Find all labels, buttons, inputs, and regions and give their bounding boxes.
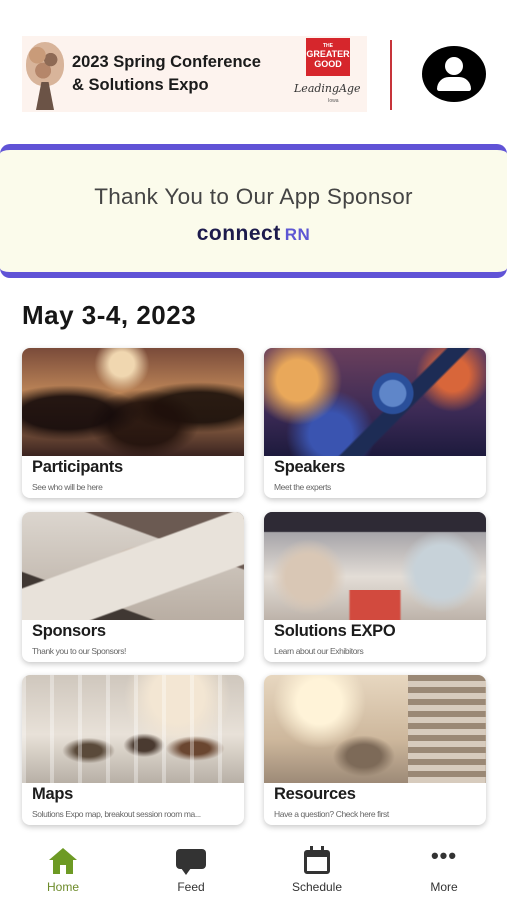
more-dots-icon: ••• xyxy=(430,843,458,868)
tab-schedule[interactable]: Schedule xyxy=(269,846,365,898)
tile-sponsors[interactable]: Sponsors Thank you to our Sponsors! xyxy=(22,512,244,662)
bottom-tab-bar: Home Feed Schedule ••• More xyxy=(0,838,507,900)
partner-logos: THE GREATER GOOD LeadingAge Iowa xyxy=(292,36,362,112)
tile-title: Resources xyxy=(274,785,356,803)
tile-title: Sponsors xyxy=(32,622,106,640)
tab-label: Home xyxy=(46,880,79,894)
tab-label: More xyxy=(430,880,458,894)
app-header: 2023 Spring Conference & Solutions Expo … xyxy=(0,0,507,135)
tile-title: Participants xyxy=(32,458,123,476)
resources-image xyxy=(264,675,486,783)
tile-subtitle: Meet the experts xyxy=(274,482,331,492)
app-sponsor-banner[interactable]: Thank You to Our App Sponsor connect RN xyxy=(0,144,507,278)
event-date: May 3-4, 2023 xyxy=(22,300,197,330)
tile-speakers[interactable]: Speakers Meet the experts xyxy=(264,348,486,498)
tile-maps[interactable]: Maps Solutions Expo map, breakout sessio… xyxy=(22,675,244,825)
leadingage-logo-sub: Iowa xyxy=(328,98,339,104)
tile-subtitle: See who will be here xyxy=(32,482,103,492)
sponsor-logo-suffix: RN xyxy=(284,225,311,244)
tile-subtitle: Have a question? Check here first xyxy=(274,809,389,819)
tab-label: Schedule xyxy=(291,880,343,894)
tile-subtitle: Thank you to our Sponsors! xyxy=(32,646,127,656)
tile-subtitle: Learn about our Exhibitors xyxy=(274,646,364,656)
tab-label: Feed xyxy=(177,880,205,894)
user-icon xyxy=(445,57,463,75)
conference-banner[interactable]: 2023 Spring Conference & Solutions Expo … xyxy=(22,36,367,112)
tab-more[interactable]: ••• More xyxy=(396,843,492,898)
tile-subtitle: Solutions Expo map, breakout session roo… xyxy=(32,809,201,819)
banner-title-line2: & Solutions Expo xyxy=(72,76,209,94)
participants-image xyxy=(22,348,244,456)
greater-good-logo: THE GREATER GOOD xyxy=(306,38,350,76)
leadingage-logo: LeadingAge xyxy=(294,82,361,95)
tile-title: Speakers xyxy=(274,458,345,476)
tab-feed[interactable]: Feed xyxy=(143,846,239,898)
tile-resources[interactable]: Resources Have a question? Check here fi… xyxy=(264,675,486,825)
sponsor-text: Thank You to Our App Sponsor xyxy=(94,184,413,209)
banner-title-line1: 2023 Spring Conference xyxy=(72,53,261,71)
maps-image xyxy=(22,675,244,783)
tree-logo-icon xyxy=(22,36,66,112)
profile-avatar-button[interactable] xyxy=(422,46,486,102)
tab-home[interactable]: Home xyxy=(15,846,111,898)
banner-title: 2023 Spring Conference & Solutions Expo xyxy=(72,51,304,97)
tile-participants[interactable]: Participants See who will be here xyxy=(22,348,244,498)
header-divider xyxy=(390,40,392,110)
sponsors-image xyxy=(22,512,244,620)
speakers-image xyxy=(264,348,486,456)
greater-good-logo-line1: GREATER xyxy=(306,49,350,59)
calendar-icon xyxy=(301,846,333,876)
user-icon-body xyxy=(437,77,471,91)
chat-bubble-icon xyxy=(175,846,207,876)
tile-title: Maps xyxy=(32,785,73,803)
home-icon xyxy=(47,846,79,876)
tile-solutions-expo[interactable]: Solutions EXPO Learn about our Exhibitor… xyxy=(264,512,486,662)
sponsor-logo-main: connect xyxy=(196,222,281,245)
expo-image xyxy=(264,512,486,620)
connectrn-logo: connect RN xyxy=(0,222,507,246)
tile-title: Solutions EXPO xyxy=(274,622,396,640)
greater-good-logo-line2: GOOD xyxy=(314,59,342,69)
